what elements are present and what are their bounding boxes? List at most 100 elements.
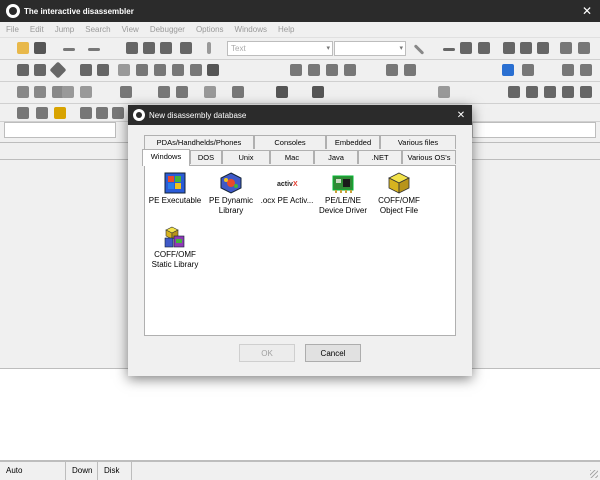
navigation-band-right[interactable]	[472, 122, 596, 138]
tab-embedded[interactable]: Embedded	[326, 135, 380, 149]
string-icon[interactable]	[276, 86, 288, 98]
open-folder-icon[interactable]	[17, 42, 29, 54]
status-direction: Down	[66, 462, 98, 480]
text-box-icon[interactable]	[404, 64, 416, 76]
menu-file[interactable]: File	[6, 25, 19, 34]
plus-icon[interactable]	[460, 42, 472, 54]
code-mode-icon[interactable]	[62, 86, 74, 98]
calc-icon[interactable]	[17, 107, 29, 119]
tree-full-icon[interactable]	[580, 86, 592, 98]
minus-icon[interactable]	[443, 48, 455, 51]
text-view-select[interactable]: Text	[227, 41, 333, 56]
seg-icon[interactable]	[80, 107, 92, 119]
tree-icon[interactable]	[508, 86, 520, 98]
ok-button[interactable]: OK	[239, 344, 295, 362]
tab-dotnet[interactable]: .NET	[358, 150, 402, 164]
binoculars-text-icon[interactable]	[143, 42, 155, 54]
tab-windows[interactable]: Windows	[142, 149, 190, 166]
cancel-button[interactable]: Cancel	[305, 344, 361, 362]
flow-icon[interactable]	[154, 64, 166, 76]
tree-down-icon[interactable]	[544, 86, 556, 98]
xref-icon[interactable]	[308, 64, 320, 76]
list-item-activex[interactable]: activ X .ocx PE Activ...	[257, 172, 317, 206]
hex-icon[interactable]	[136, 64, 148, 76]
back-arrow-icon[interactable]	[63, 48, 75, 51]
wrench-icon[interactable]	[190, 64, 202, 76]
tab-various-os[interactable]: Various OS's	[402, 150, 456, 164]
menu-jump[interactable]: Jump	[55, 25, 75, 34]
output-window[interactable]	[0, 368, 600, 461]
window-group-icon[interactable]	[503, 42, 515, 54]
debug-options-icon[interactable]	[522, 64, 534, 76]
menu-debugger[interactable]: Debugger	[150, 25, 185, 34]
offset-icon[interactable]	[204, 86, 216, 98]
list-item-pe-dll[interactable]: PE Dynamic Library	[201, 172, 261, 216]
enum-icon[interactable]	[34, 86, 46, 98]
resize-grip-icon[interactable]	[590, 470, 598, 478]
binoculars-binary-icon[interactable]	[160, 42, 172, 54]
list-icon[interactable]	[578, 42, 590, 54]
binoculars-icon[interactable]	[126, 42, 138, 54]
close-icon[interactable]: ✕	[574, 0, 600, 22]
close-icon[interactable]: ✕	[450, 105, 472, 125]
list-item-device-driver[interactable]: PE/LE/NE Device Driver	[313, 172, 373, 216]
menu-windows[interactable]: Windows	[235, 25, 267, 34]
forward-arrow-icon[interactable]	[88, 48, 100, 51]
jump-icon[interactable]	[207, 42, 211, 54]
diamond-icon[interactable]	[49, 61, 67, 79]
menu-view[interactable]: View	[122, 25, 139, 34]
kind-icon[interactable]	[312, 86, 324, 98]
pen-icon[interactable]	[413, 44, 425, 55]
menu-search[interactable]: Search	[85, 25, 110, 34]
tab-mac[interactable]: Mac	[270, 150, 314, 164]
seg3-icon[interactable]	[112, 107, 124, 119]
tab-unix[interactable]: Unix	[222, 150, 270, 164]
data-mode-icon[interactable]	[80, 86, 92, 98]
function-icon[interactable]	[80, 64, 92, 76]
tree-up-icon[interactable]	[562, 86, 574, 98]
xref-to-icon[interactable]	[326, 64, 338, 76]
list-item-static-library[interactable]: COFF/OMF Static Library	[145, 226, 205, 270]
asm-hex-icon[interactable]	[36, 107, 48, 119]
save-icon[interactable]	[34, 42, 46, 54]
struct-icon[interactable]	[97, 64, 109, 76]
comment-icon[interactable]	[386, 64, 398, 76]
number-sign-icon[interactable]	[232, 86, 244, 98]
bug-icon[interactable]	[54, 107, 66, 119]
undefine-icon[interactable]	[120, 86, 132, 98]
data-icon[interactable]	[34, 64, 46, 76]
doc-icon[interactable]	[290, 64, 302, 76]
name-icon[interactable]	[158, 86, 170, 98]
debug-run-icon[interactable]	[502, 64, 514, 76]
chart-icon[interactable]	[172, 64, 184, 76]
menu-help[interactable]: Help	[278, 25, 294, 34]
tab-java[interactable]: Java	[314, 150, 358, 164]
tab-pdas[interactable]: PDAs/Handhelds/Phones	[144, 135, 254, 149]
menu-edit[interactable]: Edit	[30, 25, 44, 34]
window-stack-icon[interactable]	[520, 42, 532, 54]
tab-consoles[interactable]: Consoles	[254, 135, 326, 149]
zero-icon[interactable]	[438, 86, 450, 98]
cancel-icon[interactable]	[176, 86, 188, 98]
hook-icon[interactable]	[344, 64, 356, 76]
cross-icon[interactable]	[478, 42, 490, 54]
tab-dos[interactable]: DOS	[190, 150, 222, 164]
graph-icon[interactable]	[560, 42, 572, 54]
page-list-icon[interactable]	[580, 64, 592, 76]
seg2-icon[interactable]	[96, 107, 108, 119]
toolbar-row-2	[0, 60, 600, 82]
percent-icon[interactable]	[118, 64, 130, 76]
menu-options[interactable]: Options	[196, 25, 224, 34]
window-tile-icon[interactable]	[537, 42, 549, 54]
stop-icon[interactable]	[207, 64, 219, 76]
code-icon[interactable]	[17, 64, 29, 76]
tree-alt-icon[interactable]	[526, 86, 538, 98]
list-item-pe-executable[interactable]: PE Executable	[145, 172, 205, 206]
page-icon[interactable]	[562, 64, 574, 76]
list-item-object-file[interactable]: COFF/OMF Object File	[369, 172, 429, 216]
navigation-band[interactable]	[4, 122, 116, 138]
tab-various-files[interactable]: Various files	[380, 135, 456, 149]
asm-icon[interactable]	[17, 86, 29, 98]
address-select[interactable]	[334, 41, 406, 56]
binoculars-next-icon[interactable]	[180, 42, 192, 54]
